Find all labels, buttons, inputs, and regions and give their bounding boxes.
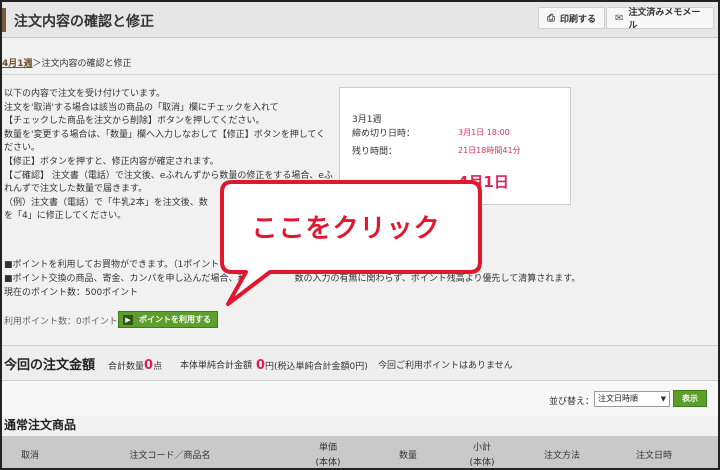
col-subtotal-sub: (本体) bbox=[469, 458, 495, 468]
col-unit-price: 単価 bbox=[318, 443, 337, 453]
total-quantity-unit: 点 bbox=[153, 362, 163, 372]
points-line-2-head: ■ポイント交換の商品、寄金、カンパを申し込んだ場合、利 bbox=[4, 274, 247, 284]
info-line: （例）注文書（電話）で「牛乳2本」を注文後、数 bbox=[4, 197, 208, 208]
deadline-label: 締め切り日時： bbox=[352, 129, 416, 139]
info-line: 数量を'変更する場合は、「数量」欄へ入力しなおして【修正】ボタンを押してく bbox=[4, 129, 326, 140]
col-order-datetime: 注文日時 bbox=[635, 451, 672, 461]
order-info-text: 以下の内容で注文を受け付けています。 注文を'取消'する場合は該当の商品の「取消… bbox=[4, 88, 334, 224]
total-price-unit: 円(税込単純合計金額0円) bbox=[265, 362, 368, 372]
delivery-info-box: 3月1週 締め切り日時： 3月1日 18:00 残り時間： 21日18時間41分… bbox=[339, 87, 571, 205]
info-line: 以下の内容で注文を受け付けています。 bbox=[4, 89, 166, 99]
total-quantity-label: 合計数量 bbox=[108, 362, 145, 372]
remaining-label: 残り時間： bbox=[352, 147, 398, 157]
section-title: 通常注文商品 bbox=[4, 418, 77, 432]
page-frame: 注文内容の確認と修正 ⎙ 印刷する ✉ 注文済みメモメール 4月1週＞注文内容の… bbox=[0, 0, 720, 470]
info-line: ださい。 bbox=[4, 143, 41, 154]
points-line-2-tail: 数の入力の有無に関わらず、ポイント残高より優先して清算されます。 bbox=[294, 274, 581, 284]
page-title: 注文内容の確認と修正 bbox=[14, 14, 154, 30]
info-line: 【ご確認】 注文書（電話）で注文後、eふれんずから数量の修正をする場合、eふ bbox=[4, 170, 333, 181]
print-button[interactable]: ⎙ 印刷する bbox=[538, 7, 606, 29]
order-totals: 今回の注文金額 合計数量0点 本体単純合計金額 0円(税込単純合計金額0円) 今… bbox=[2, 345, 718, 379]
col-quantity: 数量 bbox=[398, 451, 417, 461]
col-subtotal: 小計 bbox=[472, 443, 491, 453]
current-points: 現在のポイント数：500ポイント bbox=[4, 288, 139, 298]
print-button-label: 印刷する bbox=[560, 14, 597, 25]
use-points-button[interactable]: ▶ ポイントを利用する bbox=[118, 311, 218, 328]
breadcrumb: 4月1週＞注文内容の確認と修正 bbox=[2, 56, 132, 69]
total-price-value: 0 bbox=[256, 358, 266, 373]
points-line-1: ■ポイントを利用してお買物ができます。（1ポイント bbox=[4, 260, 220, 270]
memo-mail-button-label: 注文済みメモメール bbox=[628, 8, 701, 31]
sort-select-value: 注文日時順 bbox=[598, 394, 638, 403]
col-unit-price-sub: (本体) bbox=[315, 458, 341, 468]
title-accent-bar bbox=[2, 8, 6, 32]
use-points-button-label: ポイントを利用する bbox=[139, 315, 211, 324]
remaining-value: 21日18時間41分 bbox=[458, 146, 521, 155]
total-price-label: 本体単純合計金額 bbox=[180, 361, 253, 371]
delivery-week: 3月1週 bbox=[352, 115, 382, 125]
breadcrumb-link-week[interactable]: 4月1週 bbox=[2, 59, 33, 69]
info-line: 【修正】ボタンを押すと、修正内容が確定されます。 bbox=[4, 156, 219, 167]
col-code-name: 注文コード／商品名 bbox=[129, 451, 211, 461]
chevron-down-icon: ▼ bbox=[660, 395, 666, 403]
info-line: を「4」に修正してください。 bbox=[4, 211, 127, 222]
col-cancel: 取消 bbox=[20, 451, 39, 461]
totals-heading: 今回の注文金額 bbox=[4, 358, 96, 373]
sort-display-button[interactable]: 表示 bbox=[673, 390, 707, 407]
total-quantity-value: 0 bbox=[144, 358, 154, 373]
page-header: 注文内容の確認と修正 ⎙ 印刷する ✉ 注文済みメモメール bbox=[2, 2, 718, 38]
use-points-label: 利用ポイント数：0ポイント bbox=[4, 317, 118, 327]
col-order-method: 注文方法 bbox=[543, 451, 580, 461]
sort-label: 並び替え： bbox=[549, 397, 595, 407]
sort-select[interactable]: 注文日時順 ▼ bbox=[594, 391, 670, 407]
points-line-2: ■ポイント交換の商品、寄金、カンパを申し込んだ場合、利 数の入力の有無に関わらず、… bbox=[4, 272, 604, 286]
memo-mail-button[interactable]: ✉ 注文済みメモメール bbox=[606, 7, 714, 31]
sort-bar: 並び替え： 注文日時順 ▼ 表示 bbox=[2, 380, 718, 416]
points-used-note: 今回ご利用ポイントはありません bbox=[378, 361, 513, 371]
delivery-date-label: お届け予定日： bbox=[352, 183, 416, 193]
deadline-value: 3月1日 18:00 bbox=[458, 128, 510, 137]
breadcrumb-current: ＞注文内容の確認と修正 bbox=[32, 59, 132, 69]
mail-icon: ✉ bbox=[615, 12, 624, 24]
arrow-right-icon: ▶ bbox=[123, 314, 133, 325]
total-quantity: 合計数量0点 bbox=[108, 358, 162, 373]
points-info: ■ポイントを利用してお買物ができます。（1ポイント ■ポイント交換の商品、寄金、… bbox=[4, 258, 604, 300]
delivery-date-value: 4月1日 bbox=[458, 173, 509, 191]
info-line: 【チェックした商品を注文から削除】ボタンを押してください。 bbox=[4, 116, 265, 127]
breadcrumb-divider bbox=[2, 74, 718, 75]
table-header: 取消 注文コード／商品名 単価 (本体) 数量 小計 (本体) 注文方法 注文日… bbox=[2, 436, 718, 468]
printer-icon: ⎙ bbox=[547, 12, 555, 24]
info-line: れんずで注文した数量で届きます。 bbox=[4, 184, 148, 195]
total-price: 0円(税込単純合計金額0円) bbox=[256, 358, 368, 373]
info-line: 注文を'取消'する場合は該当の商品の「取消」欄にチェックを入れて bbox=[4, 102, 279, 113]
